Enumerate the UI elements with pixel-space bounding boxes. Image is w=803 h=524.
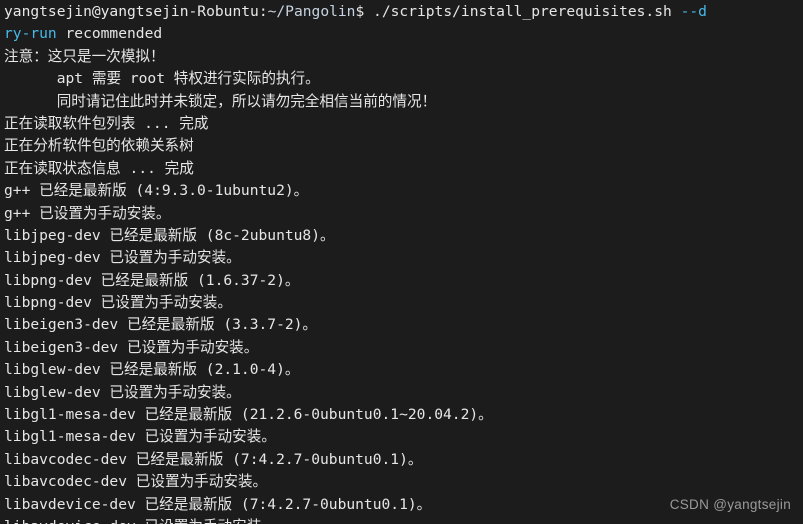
terminal-line-libjpeg-dev-newest: libjpeg-dev 已经是最新版 (8c-2ubuntu8)。 — [4, 225, 803, 247]
terminal-text-segment: 同时请记住此时并未锁定，所以请勿完全相信当前的情况！ — [4, 92, 437, 110]
terminal-line-gpp-manual: g++ 已设置为手动安装。 — [4, 203, 803, 225]
terminal-text-segment: 正在读取软件包列表 ... 完成 — [4, 114, 209, 132]
terminal-line-notice-root: apt 需要 root 特权进行实际的执行。 — [4, 68, 803, 90]
terminal-line-building-dependency-tree: 正在分析软件包的依赖关系树 — [4, 135, 803, 157]
terminal-line-notice-simulation: 注意：这只是一次模拟！ — [4, 46, 803, 68]
terminal-line-libavdevice-dev-manual: libavdevice-dev 已设置为手动安装。 — [4, 516, 803, 524]
terminal-text-segment: 正在分析软件包的依赖关系树 — [4, 137, 194, 155]
terminal-line-command-wrap: ry-run recommended — [4, 23, 803, 45]
terminal-line-reading-state-information: 正在读取状态信息 ... 完成 — [4, 158, 803, 180]
terminal-line-libeigen3-dev-manual: libeigen3-dev 已设置为手动安装。 — [4, 337, 803, 359]
terminal-text-segment: libeigen3-dev 已经是最新版 (3.3.7-2)。 — [4, 316, 318, 334]
terminal-text-segment: libavcodec-dev 已经是最新版 (7:4.2.7-0ubuntu0.… — [4, 450, 423, 468]
terminal-text-segment: libpng-dev 已设置为手动安装。 — [4, 294, 232, 312]
terminal-text-segment: libavdevice-dev 已设置为手动安装。 — [4, 518, 276, 524]
terminal-text-segment: libgl1-mesa-dev 已设置为手动安装。 — [4, 428, 276, 446]
terminal-text-segment: --d — [680, 3, 707, 20]
terminal-line-libpng-dev-manual: libpng-dev 已设置为手动安装。 — [4, 292, 803, 314]
terminal-line-libgl1-mesa-dev-newest: libgl1-mesa-dev 已经是最新版 (21.2.6-0ubuntu0.… — [4, 404, 803, 426]
csdn-watermark: CSDN @yangtsejin — [669, 496, 791, 512]
terminal-text-segment: 注意：这只是一次模拟！ — [4, 47, 165, 65]
terminal-text-segment: libgl1-mesa-dev 已经是最新版 (21.2.6-0ubuntu0.… — [4, 406, 493, 424]
terminal-output: yangtsejin@yangtsejin-Robuntu:~/Pangolin… — [4, 1, 803, 524]
terminal-line-libpng-dev-newest: libpng-dev 已经是最新版 (1.6.37-2)。 — [4, 270, 803, 292]
terminal-text-segment: libavdevice-dev 已经是最新版 (7:4.2.7-0ubuntu0… — [4, 495, 432, 513]
terminal-text-segment: libjpeg-dev 已经是最新版 (8c-2ubuntu8)。 — [4, 226, 335, 244]
terminal-text-segment: ry-run — [4, 25, 57, 43]
terminal-text-segment: $ ./scripts/install_prerequisites.sh — [355, 3, 681, 20]
terminal-line-gpp-newest: g++ 已经是最新版 (4:9.3.0-1ubuntu2)。 — [4, 180, 803, 202]
terminal-line-libavcodec-dev-newest: libavcodec-dev 已经是最新版 (7:4.2.7-0ubuntu0.… — [4, 449, 803, 471]
terminal-line-libeigen3-dev-newest: libeigen3-dev 已经是最新版 (3.3.7-2)。 — [4, 314, 803, 336]
terminal-line-libgl1-mesa-dev-manual: libgl1-mesa-dev 已设置为手动安装。 — [4, 426, 803, 448]
terminal-text-segment: libglew-dev 已经是最新版 (2.1.0-4)。 — [4, 361, 300, 379]
terminal-line-prompt-command: yangtsejin@yangtsejin-Robuntu:~/Pangolin… — [4, 1, 803, 23]
terminal-text-segment: libavcodec-dev 已设置为手动安装。 — [4, 473, 268, 491]
terminal-line-libglew-dev-newest: libglew-dev 已经是最新版 (2.1.0-4)。 — [4, 359, 803, 381]
terminal-text-segment: libglew-dev 已设置为手动安装。 — [4, 383, 241, 401]
terminal-text-segment: libjpeg-dev 已设置为手动安装。 — [4, 249, 241, 267]
terminal-text-segment: yangtsejin@yangtsejin-Robuntu — [4, 3, 259, 20]
terminal-text-segment: recommended — [56, 25, 163, 43]
terminal-text-segment: apt 需要 root 特权进行实际的执行。 — [4, 70, 320, 88]
terminal-text-segment: ~/Pangolin — [267, 3, 356, 20]
terminal-line-libavcodec-dev-manual: libavcodec-dev 已设置为手动安装。 — [4, 471, 803, 493]
terminal-text-segment: g++ 已经是最新版 (4:9.3.0-1ubuntu2)。 — [4, 182, 309, 200]
terminal-line-notice-lock: 同时请记住此时并未锁定，所以请勿完全相信当前的情况！ — [4, 91, 803, 113]
terminal-line-libglew-dev-manual: libglew-dev 已设置为手动安装。 — [4, 382, 803, 404]
terminal-line-libjpeg-dev-manual: libjpeg-dev 已设置为手动安装。 — [4, 247, 803, 269]
terminal-line-reading-package-lists: 正在读取软件包列表 ... 完成 — [4, 113, 803, 135]
terminal-text-segment: libpng-dev 已经是最新版 (1.6.37-2)。 — [4, 271, 300, 289]
terminal-text-segment: libeigen3-dev 已设置为手动安装。 — [4, 338, 259, 356]
terminal-text-segment: : — [258, 3, 268, 20]
terminal-window[interactable]: yangtsejin@yangtsejin-Robuntu:~/Pangolin… — [0, 0, 803, 524]
terminal-text-segment: 正在读取状态信息 ... 完成 — [4, 159, 194, 177]
terminal-text-segment: g++ 已设置为手动安装。 — [4, 204, 171, 222]
